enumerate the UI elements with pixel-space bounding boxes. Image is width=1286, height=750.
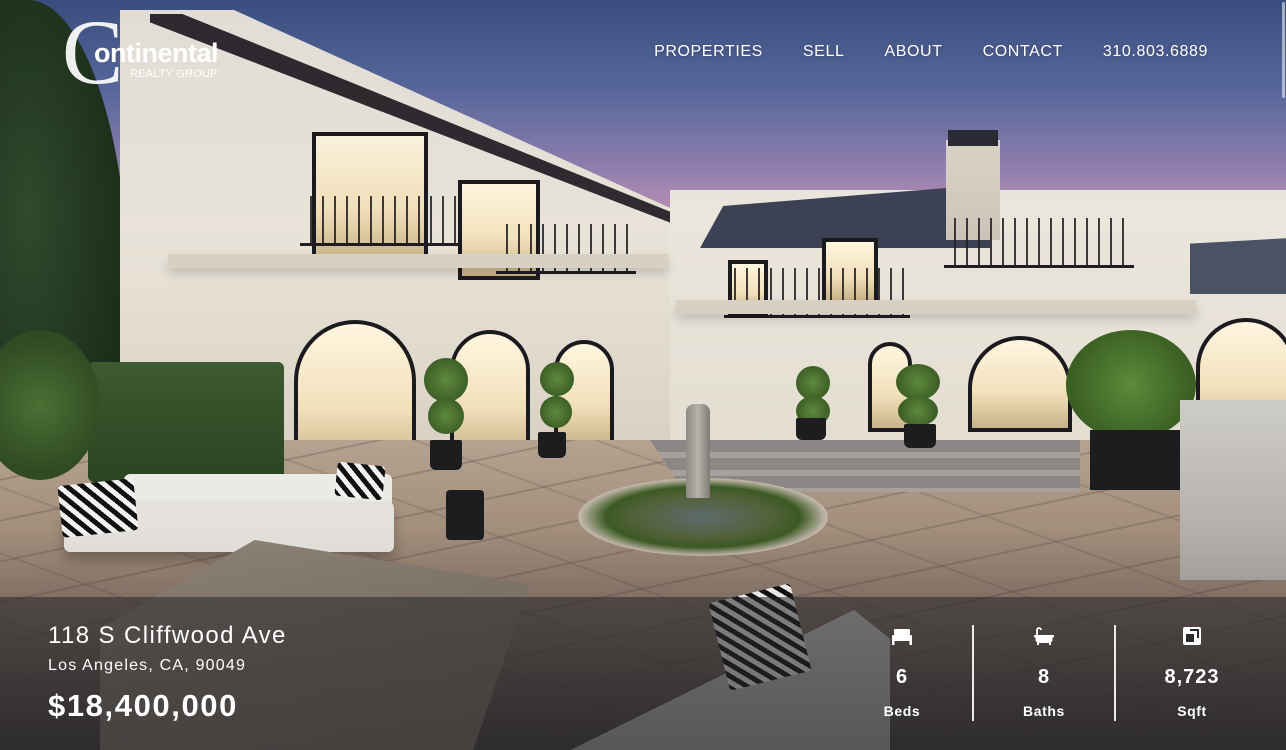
stat-baths: 8 Baths bbox=[974, 625, 1114, 721]
main-nav: PROPERTIES SELL ABOUT CONTACT 310.803.68… bbox=[654, 41, 1208, 63]
nav-link-properties[interactable]: PROPERTIES bbox=[654, 41, 763, 63]
logo-tagline: REALTY GROUP bbox=[130, 68, 218, 80]
nav-link-phone[interactable]: 310.803.6889 bbox=[1103, 41, 1208, 63]
stat-sqft: 8,723 Sqft bbox=[1116, 625, 1268, 721]
listing-city: Los Angeles, CA, 90049 bbox=[48, 657, 247, 674]
square-footage-icon bbox=[1183, 627, 1201, 649]
stat-sqft-value: 8,723 bbox=[1164, 666, 1220, 688]
stat-beds-value: 6 bbox=[895, 666, 909, 688]
bathtub-icon bbox=[1033, 627, 1055, 649]
listing-price: $18,400,000 bbox=[48, 688, 238, 723]
stat-sqft-label: Sqft bbox=[1177, 703, 1207, 719]
bed-icon bbox=[891, 627, 913, 649]
stat-baths-value: 8 bbox=[1037, 666, 1051, 688]
listing-stats: 6 Beds 8 Baths 8,723 Sqft bbox=[832, 625, 1268, 721]
stat-beds: 6 Beds bbox=[832, 625, 972, 721]
logo-wordmark: ontinental bbox=[94, 38, 219, 68]
nav-link-contact[interactable]: CONTACT bbox=[983, 41, 1063, 63]
listing-info-bar: 118 S Cliffwood Ave Los Angeles, CA, 900… bbox=[0, 597, 1286, 750]
listing-address: 118 S Cliffwood Ave bbox=[48, 622, 287, 649]
company-logo[interactable]: C ontinental REALTY GROUP bbox=[62, 6, 252, 98]
page-scrollbar[interactable] bbox=[1280, 0, 1286, 100]
nav-link-sell[interactable]: SELL bbox=[803, 41, 845, 63]
nav-link-about[interactable]: ABOUT bbox=[884, 41, 942, 63]
stat-beds-label: Beds bbox=[883, 703, 921, 719]
site-header: C ontinental REALTY GROUP PROPERTIES SEL… bbox=[0, 0, 1286, 100]
stat-baths-label: Baths bbox=[1023, 703, 1065, 719]
scrollbar-thumb[interactable] bbox=[1282, 2, 1285, 98]
